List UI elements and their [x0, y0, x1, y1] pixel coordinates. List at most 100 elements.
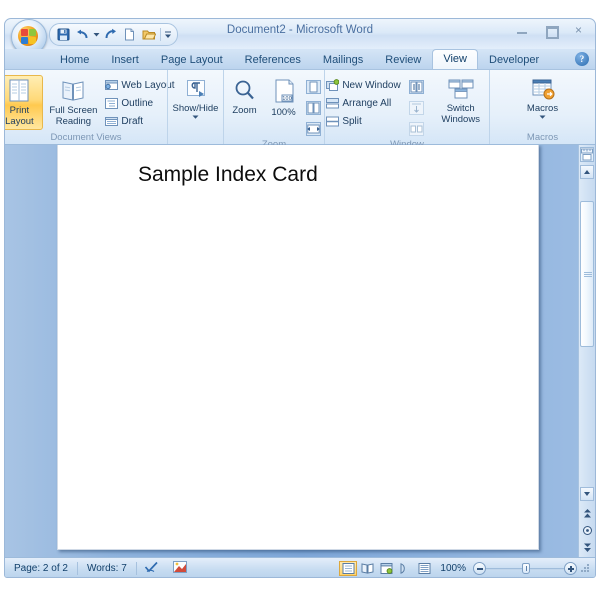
zoom-slider[interactable] — [473, 562, 595, 575]
quick-access-toolbar — [49, 23, 178, 46]
status-draft-button[interactable] — [415, 561, 433, 576]
page-width-button[interactable] — [304, 119, 323, 138]
status-words[interactable]: Words: 7 — [78, 563, 136, 574]
scrollbar-thumb[interactable] — [580, 201, 594, 347]
zoom-label: Zoom — [232, 105, 257, 116]
ribbon-group-window: New Window Arrange All Split Switch Wind… — [324, 70, 490, 150]
macros-dropdown-icon[interactable] — [539, 115, 546, 119]
status-view-buttons — [339, 561, 433, 576]
arrange-all-label: Arrange All — [342, 97, 392, 109]
redo-icon[interactable] — [102, 26, 119, 43]
macros-group-label: Macros — [526, 132, 559, 143]
document-views-group-label: Document Views — [50, 132, 122, 143]
show-hide-label: Show/Hide — [172, 103, 219, 114]
zoom-in-button[interactable] — [564, 562, 577, 575]
previous-page-button[interactable] — [581, 507, 593, 519]
show-hide-group-label — [171, 131, 220, 144]
zoom-out-button[interactable] — [473, 562, 486, 575]
tab-mailings[interactable]: Mailings — [312, 51, 374, 70]
next-page-button[interactable] — [581, 541, 593, 553]
view-ruler-icon[interactable] — [580, 147, 594, 162]
one-page-button[interactable] — [304, 77, 323, 96]
tab-home[interactable]: Home — [49, 51, 100, 70]
help-icon[interactable]: ? — [575, 52, 589, 66]
window-controls: × — [512, 22, 589, 39]
tab-view[interactable]: View — [432, 49, 478, 70]
print-layout-button[interactable]: Print Layout — [5, 75, 44, 130]
new-window-button[interactable]: New Window — [324, 77, 402, 93]
tab-insert[interactable]: Insert — [100, 51, 150, 70]
ribbon-group-macros: Macros Macros — [489, 70, 595, 144]
status-print-layout-button[interactable] — [339, 561, 358, 576]
minimize-button[interactable] — [512, 22, 533, 38]
macros-label: Macros — [526, 103, 559, 114]
tab-review[interactable]: Review — [374, 51, 432, 70]
status-outline-button[interactable] — [396, 561, 414, 576]
document-views-small-buttons: Web Layout Outline Draft — [103, 75, 176, 129]
status-bar: Page: 2 of 2 Words: 7 100% — [5, 557, 595, 577]
status-web-layout-button[interactable] — [377, 561, 395, 576]
zoom-button[interactable]: Zoom — [226, 75, 264, 120]
tab-page-layout[interactable]: Page Layout — [150, 51, 234, 70]
status-full-screen-reading-button[interactable] — [358, 561, 376, 576]
full-screen-reading-button[interactable]: Full Screen Reading — [43, 75, 103, 130]
zoom-slider-track[interactable] — [486, 562, 564, 575]
arrange-all-button[interactable]: Arrange All — [324, 95, 402, 111]
scroll-up-button[interactable] — [580, 165, 594, 179]
resize-grip-icon[interactable] — [580, 563, 591, 574]
zoom-100-button[interactable]: 100 100% — [264, 75, 304, 122]
show-hide-dropdown-icon[interactable] — [192, 115, 199, 119]
two-pages-button[interactable] — [304, 98, 323, 117]
switch-windows-button[interactable]: Switch Windows — [432, 75, 490, 128]
zoom-page-buttons — [304, 75, 323, 138]
title-bar: Document2 - Microsoft Word × — [5, 19, 595, 55]
arrange-all-icon — [326, 97, 340, 110]
save-icon[interactable] — [55, 26, 72, 43]
customize-quick-access-icon[interactable] — [164, 26, 172, 43]
ribbon-group-show-hide: Show/Hide — [167, 70, 223, 144]
web-layout-icon — [105, 79, 119, 92]
close-button[interactable]: × — [568, 22, 589, 38]
split-icon — [326, 115, 340, 128]
print-layout-label: Print Layout — [5, 105, 34, 127]
split-button[interactable]: Split — [324, 113, 402, 129]
new-document-icon[interactable] — [121, 26, 138, 43]
status-zoom-level[interactable]: 100% — [433, 563, 473, 574]
ribbon: Print Layout Full Screen Reading Web Lay… — [5, 69, 595, 150]
undo-icon[interactable] — [74, 26, 91, 43]
word-application-window: Document2 - Microsoft Word × Home Insert… — [4, 18, 596, 578]
vertical-scrollbar[interactable] — [578, 145, 595, 557]
full-screen-reading-label: Full Screen Reading — [49, 105, 98, 127]
draft-button[interactable]: Draft — [103, 113, 176, 129]
language-icon[interactable] — [166, 561, 194, 576]
zoom-slider-thumb[interactable] — [522, 563, 530, 574]
split-label: Split — [342, 115, 362, 127]
draft-icon — [105, 115, 119, 128]
outline-button[interactable]: Outline — [103, 95, 176, 111]
view-side-by-side-button[interactable] — [407, 77, 426, 96]
ribbon-group-document-views: Print Layout Full Screen Reading Web Lay… — [5, 70, 175, 144]
reset-window-position-button[interactable] — [407, 119, 426, 138]
select-browse-object-button[interactable] — [581, 524, 593, 536]
open-folder-icon[interactable] — [140, 26, 157, 43]
new-window-label: New Window — [342, 79, 401, 91]
window-commands: New Window Arrange All Split — [324, 75, 402, 129]
macros-button[interactable]: Macros — [520, 75, 566, 122]
maximize-button[interactable] — [540, 22, 561, 39]
scroll-down-button[interactable] — [580, 487, 594, 501]
document-page-1[interactable]: Sample Index Card — [57, 145, 539, 550]
proofing-errors-icon[interactable] — [137, 561, 166, 577]
new-window-icon — [326, 78, 340, 92]
tab-references[interactable]: References — [234, 51, 312, 70]
outline-label: Outline — [121, 97, 154, 109]
synchronous-scrolling-button[interactable] — [407, 98, 426, 117]
show-hide-button[interactable]: Show/Hide — [169, 75, 223, 122]
web-layout-button[interactable]: Web Layout — [103, 77, 176, 93]
document-canvas[interactable]: Sample Index Card 2nd Index Card — [5, 145, 595, 557]
page-1-text: Sample Index Card — [138, 163, 318, 186]
status-page[interactable]: Page: 2 of 2 — [5, 563, 77, 574]
ribbon-tabs: Home Insert Page Layout References Maili… — [5, 49, 595, 70]
tab-developer[interactable]: Developer — [478, 51, 550, 70]
window-side-buttons — [407, 75, 426, 138]
undo-dropdown-icon[interactable] — [93, 26, 100, 43]
